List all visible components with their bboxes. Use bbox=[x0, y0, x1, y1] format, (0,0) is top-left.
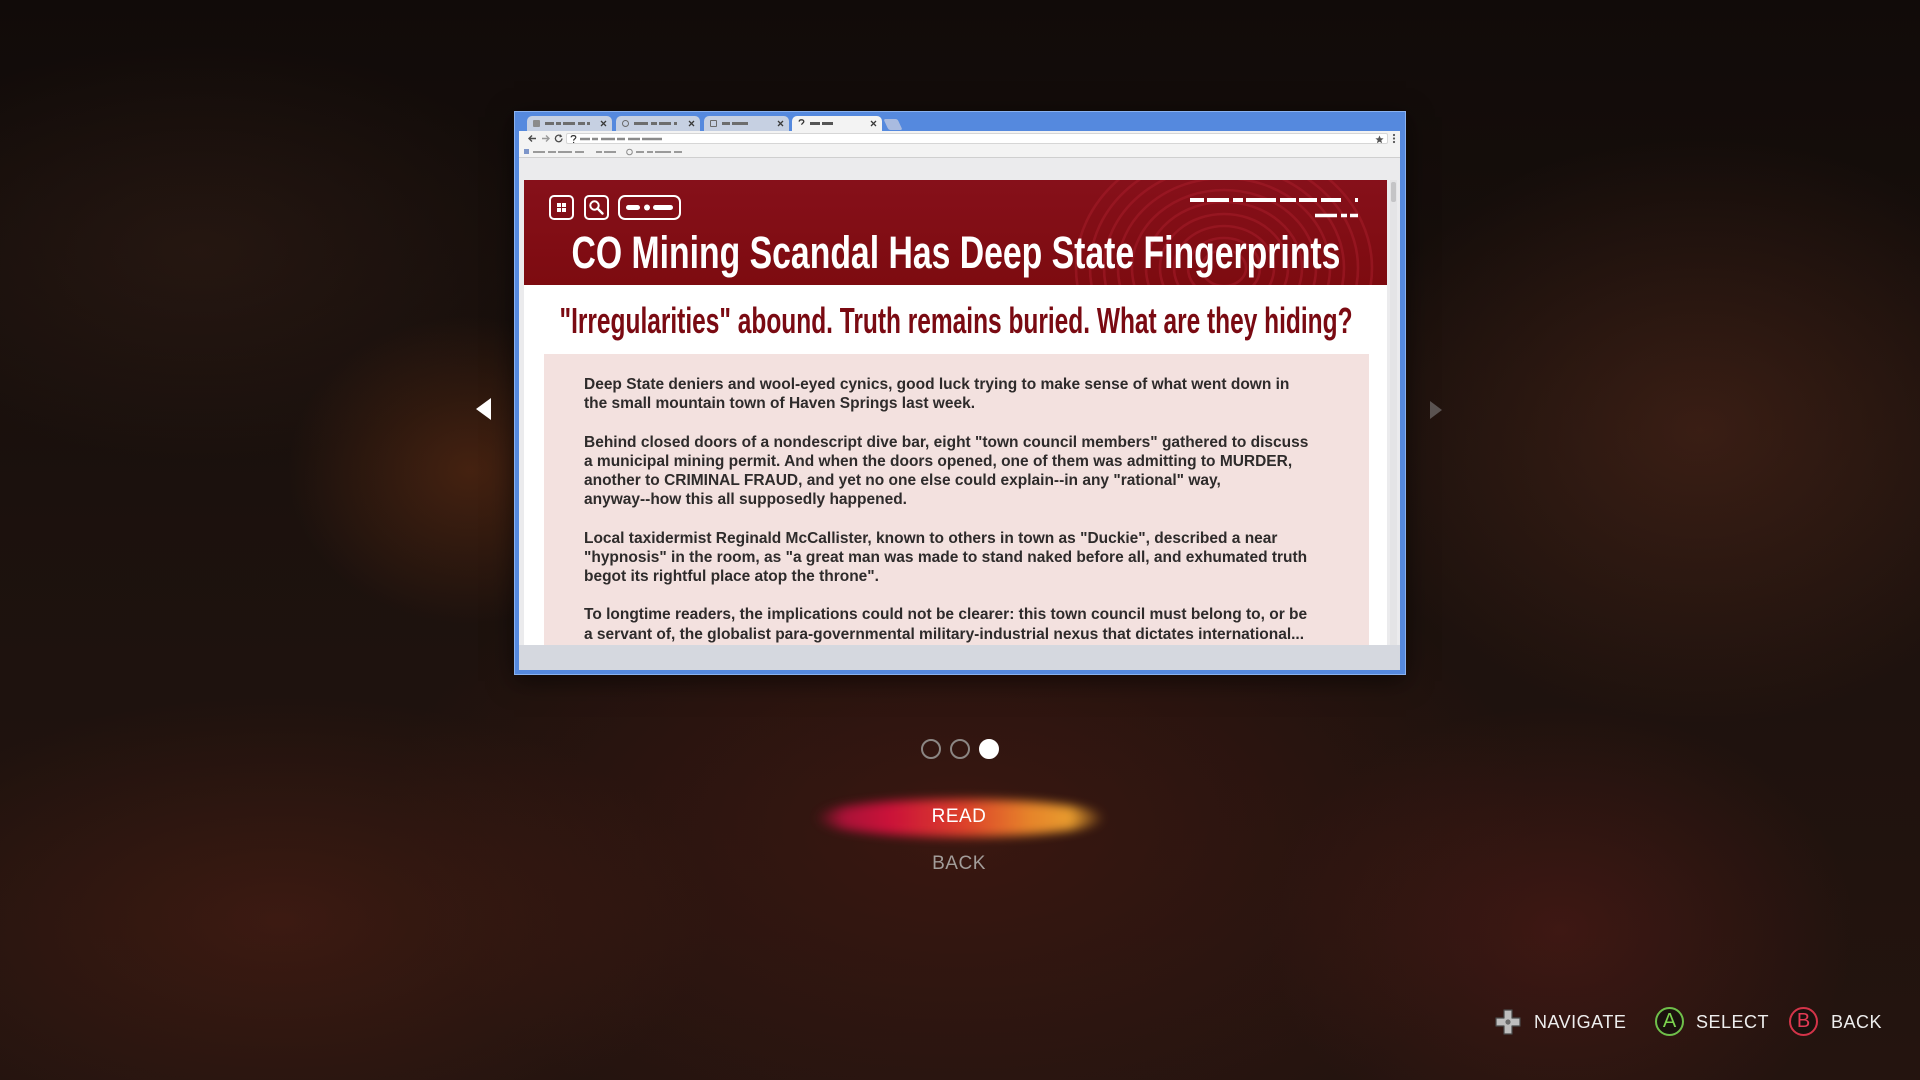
menu-dot bbox=[1392, 133, 1396, 137]
grid-icon-cell bbox=[557, 208, 561, 212]
back-prompt-label: BACK bbox=[1831, 1012, 1883, 1032]
page-icon bbox=[533, 120, 540, 127]
article-line: Behind closed doors of a nondescript div… bbox=[584, 433, 1309, 451]
close-icon[interactable] bbox=[600, 120, 607, 127]
scrollbar-thumb[interactable] bbox=[1391, 182, 1396, 202]
article-paragraph: Local taxidermist Reginald McCallister, … bbox=[584, 529, 1369, 587]
forward-arrow-icon[interactable] bbox=[541, 134, 551, 143]
article-line: "hypnosis" in the room, as "a great man … bbox=[584, 548, 1308, 566]
header-scribbled-text bbox=[1190, 198, 1362, 218]
more-options-icon[interactable] bbox=[618, 195, 681, 220]
tab-title-scribble bbox=[722, 122, 749, 125]
select-prompt-label: SELECT bbox=[1696, 1012, 1770, 1032]
search-icon[interactable] bbox=[584, 195, 609, 220]
menu-dots-icon[interactable] bbox=[1392, 133, 1396, 144]
article-line: anyway--how this all supposedly happened… bbox=[584, 491, 907, 509]
article-content: "Irregularities" abound. Truth remains b… bbox=[524, 285, 1387, 645]
article-line: a municipal mining permit. And when the … bbox=[584, 452, 1293, 470]
search-icon-handle bbox=[596, 207, 604, 215]
star-icon-shape bbox=[1375, 135, 1384, 144]
browser-tab-3[interactable] bbox=[704, 116, 789, 131]
back-arrow-path bbox=[528, 135, 536, 142]
reload-icon[interactable] bbox=[554, 134, 564, 143]
bookmark-favicon bbox=[524, 149, 529, 154]
star-icon[interactable] bbox=[1375, 135, 1384, 144]
page-dot-2[interactable] bbox=[950, 739, 970, 759]
article-line: another to CRIMINAL FRAUD, and yet no on… bbox=[584, 472, 1221, 489]
article-subtitle: "Irregularities" abound. Truth remains b… bbox=[558, 300, 1353, 341]
forward-arrow-path bbox=[542, 135, 550, 142]
reload-path bbox=[554, 134, 563, 143]
grid-icon-frame bbox=[549, 195, 574, 220]
bookmark-favicon bbox=[626, 148, 633, 156]
read-button[interactable]: READ bbox=[859, 805, 1059, 829]
site-header: CO Mining Scandal Has Deep State Fingerp… bbox=[524, 180, 1387, 285]
dpad-center bbox=[1505, 1019, 1511, 1025]
bookmark-item-2[interactable] bbox=[596, 149, 618, 155]
bookmark-item-1[interactable] bbox=[524, 149, 586, 155]
page-scrollbar[interactable] bbox=[1390, 180, 1397, 645]
article-line: the small mountain town of Haven Springs… bbox=[584, 395, 976, 413]
more-options-bar bbox=[626, 205, 640, 210]
page-dot-3[interactable] bbox=[979, 739, 999, 759]
close-icon-path bbox=[688, 120, 695, 127]
info-icon-path bbox=[570, 135, 577, 143]
tab-title-scribble bbox=[634, 122, 677, 125]
grid-icon-cell bbox=[557, 203, 561, 207]
back-arrow-icon[interactable] bbox=[527, 134, 537, 143]
browser-window: CO Mining Scandal Has Deep State Fingerp… bbox=[514, 111, 1406, 675]
browser-bottom-bar bbox=[519, 645, 1400, 670]
new-tab-button[interactable] bbox=[883, 119, 903, 130]
url-scribble bbox=[580, 137, 668, 141]
article-line: a servant of, the globalist para-governm… bbox=[584, 625, 1305, 643]
bookmarks-bar bbox=[519, 146, 1400, 158]
browser-tab-4-active[interactable] bbox=[792, 116, 882, 131]
browser-toolbar bbox=[519, 131, 1400, 146]
info-icon[interactable] bbox=[570, 135, 577, 144]
article-paragraph: Behind closed doors of a nondescript div… bbox=[584, 433, 1369, 510]
web-page-viewport: CO Mining Scandal Has Deep State Fingerp… bbox=[519, 158, 1400, 645]
close-icon-path bbox=[600, 120, 607, 127]
help-icon bbox=[798, 119, 805, 125]
tab-title-scribble bbox=[545, 122, 590, 125]
grid-icon[interactable] bbox=[549, 195, 574, 220]
more-options-bar bbox=[653, 205, 673, 210]
tab-title-scribble bbox=[810, 122, 833, 125]
article-line: begot its rightful place atop the throne… bbox=[584, 568, 879, 585]
grid-icon-cell bbox=[562, 208, 566, 212]
b-button-icon: B bbox=[1789, 1007, 1818, 1036]
menu-dot bbox=[1392, 137, 1396, 140]
image-icon bbox=[710, 120, 717, 127]
article-body: Deep State deniers and wool-eyed cynics,… bbox=[544, 354, 1369, 645]
help-icon-path bbox=[798, 119, 805, 125]
close-icon[interactable] bbox=[777, 120, 784, 127]
menu-dot bbox=[1392, 140, 1396, 144]
close-icon-path bbox=[870, 120, 877, 127]
article-line: Local taxidermist Reginald McCallister, … bbox=[584, 529, 1278, 547]
bookmark-item-3[interactable] bbox=[626, 148, 684, 156]
search-icon-frame bbox=[584, 195, 609, 220]
close-icon[interactable] bbox=[870, 120, 877, 127]
back-button[interactable]: BACK bbox=[859, 852, 1059, 876]
article-paragraph: Deep State deniers and wool-eyed cynics,… bbox=[584, 375, 1369, 413]
tab-strip bbox=[514, 111, 1406, 131]
article-line: To longtime readers, the implications co… bbox=[584, 606, 1308, 624]
article-paragraph: To longtime readers, the implications co… bbox=[584, 605, 1369, 643]
a-button-icon: A bbox=[1655, 1007, 1684, 1036]
browser-tab-2[interactable] bbox=[616, 116, 700, 131]
address-bar[interactable] bbox=[566, 133, 1388, 144]
navigate-prompt-label: NAVIGATE bbox=[1534, 1012, 1627, 1032]
close-icon-path bbox=[777, 120, 784, 127]
chevron-right-icon[interactable] bbox=[1430, 401, 1442, 419]
page-dot-1[interactable] bbox=[921, 739, 941, 759]
article-title: CO Mining Scandal Has Deep State Fingerp… bbox=[571, 227, 1340, 278]
article-line: Deep State deniers and wool-eyed cynics,… bbox=[584, 376, 1290, 393]
grid-icon-cell bbox=[562, 203, 566, 207]
globe-icon bbox=[622, 120, 629, 127]
close-icon[interactable] bbox=[688, 120, 695, 127]
more-options-dot bbox=[644, 204, 650, 211]
chevron-left-icon[interactable] bbox=[476, 398, 491, 420]
dpad-icon bbox=[1495, 1009, 1521, 1035]
browser-tab-1[interactable] bbox=[527, 116, 612, 131]
